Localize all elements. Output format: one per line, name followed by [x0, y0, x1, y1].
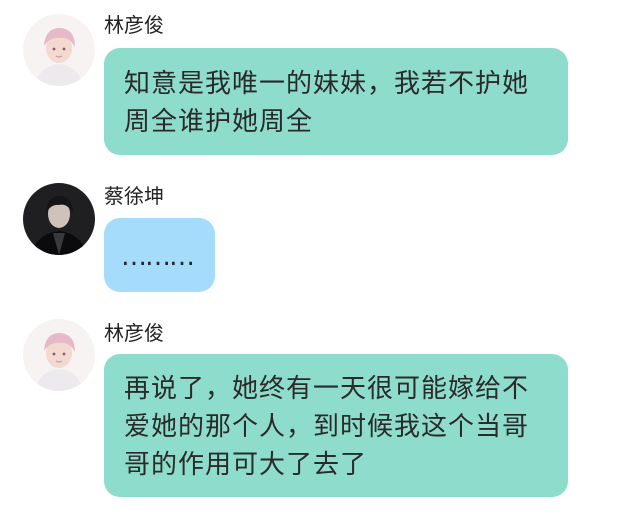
message-bubble[interactable]: ………: [104, 218, 215, 292]
sender-name: 蔡徐坤: [104, 184, 164, 208]
message-bubble[interactable]: 再说了，她终有一天很可能嫁给不 爱她的那个人，到时候我这个当哥 哥的作用可大了去…: [104, 354, 568, 497]
sender-name: 林彦俊: [104, 321, 164, 345]
message-bubble[interactable]: 知意是我唯一的妹妹，我若不护她 周全谁护她周全: [104, 48, 568, 155]
avatar-light-icon[interactable]: [23, 319, 95, 391]
sender-name: 林彦俊: [104, 13, 164, 37]
avatar-dark-icon[interactable]: [23, 183, 95, 255]
avatar-light-icon[interactable]: [23, 14, 95, 86]
